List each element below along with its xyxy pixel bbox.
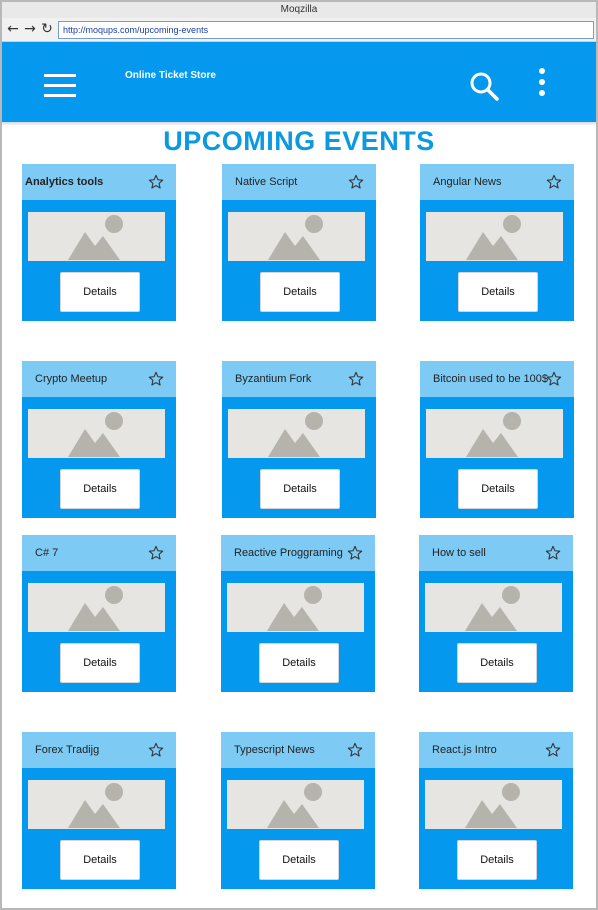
event-card: How to sell Details [419,535,573,692]
card-header: Angular News [420,164,574,200]
event-title: Forex Tradijg [35,744,100,756]
image-placeholder [227,780,364,829]
event-title: Analytics tools [25,176,104,188]
details-button[interactable]: Details [259,840,339,880]
image-placeholder-icon [267,586,322,631]
card-header: Native Script [222,164,376,200]
card-header: Forex Tradijg [22,732,176,768]
browser-window: Moqzilla ← → ↻ http://moqups.com/upcomin… [0,0,598,910]
image-placeholder [425,780,562,829]
image-placeholder [28,583,165,632]
image-placeholder-icon [268,215,323,260]
image-placeholder [28,780,165,829]
window-title: Moqzilla [2,2,596,18]
event-card: React.js Intro Details [419,732,573,889]
star-icon[interactable] [347,742,363,758]
image-placeholder [228,409,365,458]
event-card: Analytics tools Details [22,164,176,321]
event-title: Native Script [235,176,298,188]
details-button[interactable]: Details [260,272,340,312]
image-placeholder [426,409,563,458]
card-header: Crypto Meetup [22,361,176,397]
image-placeholder [28,409,165,458]
image-placeholder-icon [68,586,123,631]
star-icon[interactable] [348,371,364,387]
image-placeholder [227,583,364,632]
details-button[interactable]: Details [458,469,538,509]
event-title: Byzantium Fork [235,373,312,385]
forward-arrow-icon[interactable]: → [23,21,37,37]
image-placeholder-icon [465,586,520,631]
details-button[interactable]: Details [457,840,537,880]
event-card: Native Script Details [222,164,376,321]
star-icon[interactable] [545,742,561,758]
event-card: Typescript News Details [221,732,375,889]
image-placeholder-icon [267,783,322,828]
hamburger-menu-icon[interactable] [44,74,76,98]
details-button[interactable]: Details [60,840,140,880]
event-card: Forex Tradijg Details [22,732,176,889]
star-icon[interactable] [347,545,363,561]
image-placeholder-icon [68,412,123,457]
card-header: How to sell [419,535,573,571]
card-header: Byzantium Fork [222,361,376,397]
address-bar[interactable]: http://moqups.com/upcoming-events [58,21,594,39]
details-button[interactable]: Details [457,643,537,683]
event-card: C# 7 Details [22,535,176,692]
star-icon[interactable] [545,545,561,561]
image-placeholder [228,212,365,261]
image-placeholder [425,583,562,632]
details-button[interactable]: Details [60,643,140,683]
details-button[interactable]: Details [259,643,339,683]
event-card: Byzantium Fork Details [222,361,376,518]
back-arrow-icon[interactable]: ← [6,21,20,37]
reload-icon[interactable]: ↻ [40,21,54,37]
image-placeholder [426,212,563,261]
search-icon[interactable] [468,70,500,102]
details-button[interactable]: Details [458,272,538,312]
card-header: Typescript News [221,732,375,768]
star-icon[interactable] [148,545,164,561]
event-card: Crypto Meetup Details [22,361,176,518]
event-card: Bitcoin used to be 100$ Details [420,361,574,518]
event-title: Angular News [433,176,502,188]
card-header: React.js Intro [419,732,573,768]
card-header: Analytics tools [22,164,176,200]
star-icon[interactable] [348,174,364,190]
more-vert-icon[interactable] [536,68,548,98]
image-placeholder [28,212,165,261]
details-button[interactable]: Details [260,469,340,509]
star-icon[interactable] [148,742,164,758]
event-title: Bitcoin used to be 100$ [433,373,548,385]
image-placeholder-icon [268,412,323,457]
event-title: Crypto Meetup [35,373,108,385]
card-header: C# 7 [22,535,176,571]
image-placeholder-icon [466,215,521,260]
image-placeholder-icon [465,783,520,828]
image-placeholder-icon [68,215,123,260]
page-title: UPCOMING EVENTS [163,126,435,156]
event-card: Angular News Details [420,164,574,321]
event-title: C# 7 [35,547,59,559]
card-header: Reactive Proggraming [221,535,375,571]
details-button[interactable]: Details [60,272,140,312]
event-title: React.js Intro [432,744,497,756]
image-placeholder-icon [68,783,123,828]
browser-navbar: ← → ↻ http://moqups.com/upcoming-events [2,18,596,42]
star-icon[interactable] [148,371,164,387]
store-title: Online Ticket Store [125,70,216,81]
star-icon[interactable] [148,174,164,190]
event-title: Typescript News [234,744,315,756]
image-placeholder-icon [466,412,521,457]
details-button[interactable]: Details [60,469,140,509]
app-bar: Online Ticket Store [2,42,596,122]
event-card: Reactive Proggraming Details [221,535,375,692]
star-icon[interactable] [546,174,562,190]
card-header: Bitcoin used to be 100$ [420,361,574,397]
event-title: Reactive Proggraming [234,547,343,559]
event-title: How to sell [432,547,486,559]
star-icon[interactable] [546,371,562,387]
